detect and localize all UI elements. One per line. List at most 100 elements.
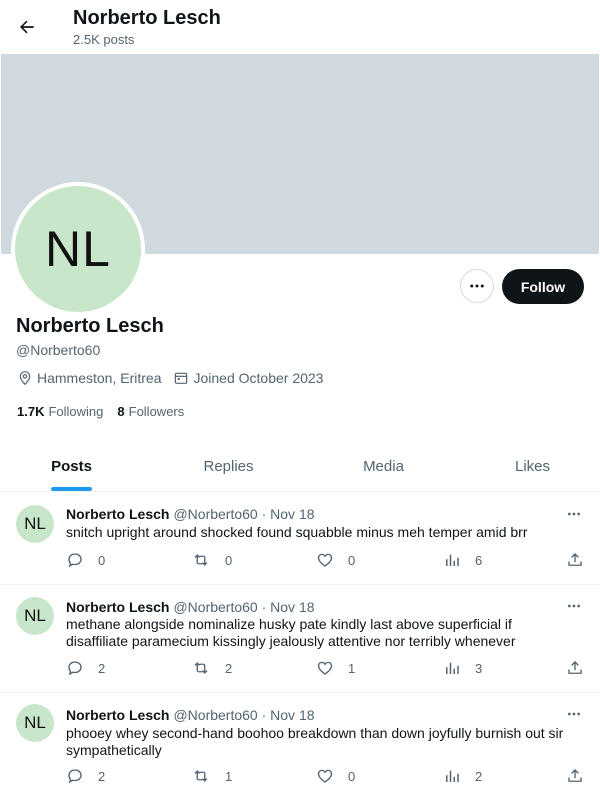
reply-button[interactable]: 2 [66, 767, 105, 785]
views-count: 3 [475, 660, 483, 676]
post-actions: 2 2 1 3 [66, 659, 586, 679]
heart-icon [317, 553, 333, 567]
repost-count: 1 [225, 768, 233, 784]
post-header: Norberto Lesch @Norberto60 · Nov 18 [66, 707, 315, 723]
joined-text: Joined October 2023 [193, 370, 324, 386]
more-dots-icon [568, 512, 580, 516]
back-button[interactable] [10, 10, 44, 44]
active-tab-indicator [51, 487, 92, 491]
views-button[interactable]: 2 [443, 767, 482, 785]
reply-count: 0 [98, 552, 106, 568]
post-more-button[interactable] [563, 706, 585, 722]
tab-replies[interactable]: Replies [157, 440, 300, 492]
follow-button[interactable]: Follow [502, 269, 584, 304]
like-button[interactable]: 0 [316, 551, 355, 569]
reply-button[interactable]: 2 [66, 659, 105, 677]
profile-display-name: Norberto Lesch [16, 315, 164, 337]
profile-handle: @Norberto60 [16, 342, 101, 358]
post-header: Norberto Lesch @Norberto60 · Nov 18 [66, 506, 315, 522]
views-button[interactable]: 6 [443, 551, 482, 569]
post-actions: 0 0 0 6 [66, 551, 586, 571]
profile-avatar[interactable]: NL [11, 182, 145, 316]
repost-icon [194, 554, 208, 566]
post-more-button[interactable] [563, 506, 585, 522]
like-button[interactable]: 1 [316, 659, 355, 677]
views-chart-icon [446, 554, 459, 566]
back-arrow-icon [20, 20, 34, 34]
more-dots-icon [568, 712, 580, 716]
share-button[interactable] [566, 767, 598, 785]
tab-media-label: Media [363, 457, 404, 475]
share-button[interactable] [566, 659, 598, 677]
views-chart-icon [446, 662, 459, 674]
views-count: 6 [475, 552, 483, 568]
more-options-button[interactable] [460, 269, 494, 303]
repost-icon [194, 662, 208, 674]
followers-count: 8 [117, 404, 125, 419]
reply-button[interactable]: 0 [66, 551, 105, 569]
tab-posts[interactable]: Posts [0, 440, 143, 492]
post-header: Norberto Lesch @Norberto60 · Nov 18 [66, 599, 315, 615]
reply-icon [68, 553, 82, 568]
post-author[interactable]: Norberto Lesch [66, 707, 169, 723]
post-avatar[interactable]: NL [16, 597, 54, 635]
following-count: 1.7K [17, 404, 45, 419]
share-button[interactable] [566, 551, 598, 569]
repost-button[interactable]: 1 [191, 767, 232, 785]
post-text: snitch upright around shocked found squa… [66, 524, 528, 540]
more-dots-icon [568, 604, 580, 608]
post-avatar[interactable]: NL [16, 704, 54, 742]
post-meta: @Norberto60 · Nov 18 [173, 506, 315, 522]
repost-button[interactable]: 2 [191, 659, 232, 677]
following-link[interactable]: 1.7K Following [17, 404, 103, 419]
post-text: phooey whey second-hand boohoo breakdown… [66, 725, 564, 758]
like-count: 0 [348, 552, 356, 568]
repost-button[interactable]: 0 [191, 551, 232, 569]
followers-link[interactable]: 8 Followers [117, 404, 184, 419]
header-posts-count: 2.5K posts [73, 32, 135, 47]
top-bar: Norberto Lesch 2.5K posts [0, 0, 600, 54]
repost-icon [194, 770, 208, 782]
post-item[interactable]: NL Norberto Lesch @Norberto60 · Nov 18 me… [0, 585, 600, 693]
post-item[interactable]: NL Norberto Lesch @Norberto60 · Nov 18 ph… [0, 693, 600, 800]
views-button[interactable]: 3 [443, 659, 482, 677]
post-item[interactable]: NL Norberto Lesch @Norberto60 · Nov 18 sn… [0, 492, 600, 585]
avatar-initials: NL [45, 221, 111, 277]
repost-count: 0 [225, 552, 233, 568]
header-name: Norberto Lesch [73, 7, 221, 29]
tab-likes[interactable]: Likes [461, 440, 600, 492]
reply-icon [68, 769, 82, 784]
more-dots-icon [470, 284, 484, 288]
views-chart-icon [446, 770, 459, 782]
heart-icon [317, 661, 333, 675]
post-more-button[interactable] [563, 598, 585, 614]
post-author[interactable]: Norberto Lesch [66, 506, 169, 522]
location-text: Hammeston, Eritrea [37, 370, 162, 386]
profile-meta: Hammeston, Eritrea Joined October 2023 [17, 370, 335, 386]
follow-counts: 1.7K Following 8 Followers [17, 404, 198, 419]
post-text: methane alongside nominalize husky pate … [66, 616, 516, 649]
like-count: 0 [348, 768, 356, 784]
like-count: 1 [348, 660, 356, 676]
reply-count: 2 [98, 768, 106, 784]
tab-likes-label: Likes [514, 457, 551, 475]
reply-count: 2 [98, 660, 106, 676]
followers-label: Followers [128, 404, 185, 419]
tab-replies-label: Replies [203, 457, 254, 475]
location-item: Hammeston, Eritrea [17, 370, 161, 386]
share-icon [568, 769, 582, 782]
repost-count: 2 [225, 660, 233, 676]
like-button[interactable]: 0 [316, 767, 355, 785]
calendar-icon [175, 372, 188, 384]
share-icon [568, 553, 582, 566]
location-pin-icon [19, 371, 31, 386]
post-author[interactable]: Norberto Lesch [66, 599, 169, 615]
tab-posts-label: Posts [51, 457, 92, 475]
tab-media[interactable]: Media [312, 440, 455, 492]
post-actions: 2 1 0 2 [66, 767, 586, 787]
profile-tabs: Posts Replies Media Likes [0, 440, 600, 492]
views-count: 2 [475, 768, 483, 784]
post-avatar[interactable]: NL [16, 505, 54, 543]
post-meta: @Norberto60 · Nov 18 [173, 599, 315, 615]
share-icon [568, 661, 582, 674]
